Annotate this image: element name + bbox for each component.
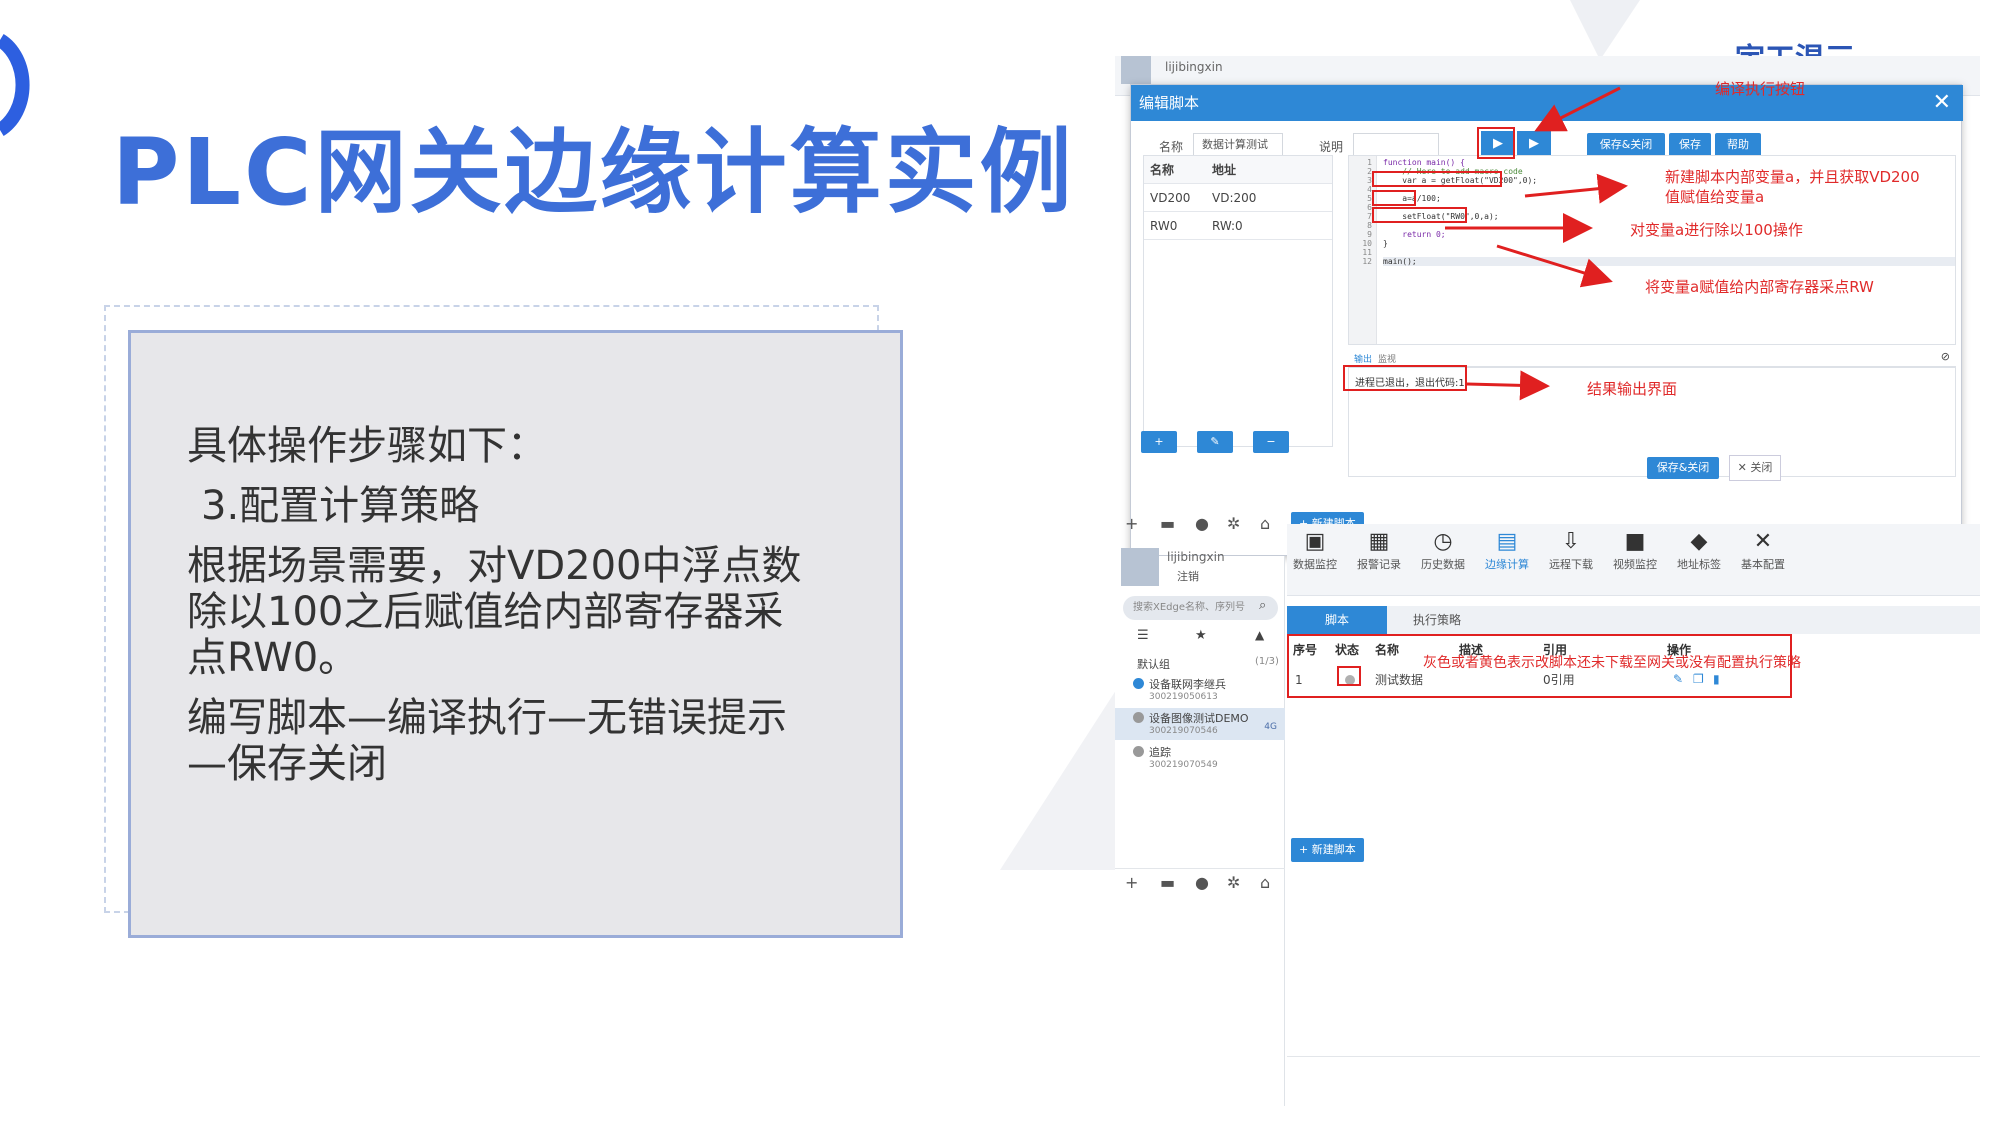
avatar xyxy=(1121,548,1159,586)
slide-title: PLC网关边缘计算实例 xyxy=(112,119,1075,226)
tools-icon: ✕ xyxy=(1753,529,1773,554)
arrow-assign xyxy=(1496,244,1613,288)
warning-icon[interactable]: ▲ xyxy=(1255,628,1264,642)
toolbar-label: 边缘计算 xyxy=(1485,558,1529,571)
description-line: 点RW0。 xyxy=(187,635,359,681)
description: 根据场景需要，对VD200中浮点数 除以100之后赋值给内部寄存器采 点RW0。 xyxy=(187,543,844,681)
status-icon xyxy=(1133,712,1144,723)
arrow-variable xyxy=(1524,173,1628,204)
toolbar-label: 基本配置 xyxy=(1741,558,1785,571)
logout-link[interactable]: 注销 xyxy=(1177,568,1199,584)
device-item[interactable]: 追踪 300219070549 xyxy=(1115,742,1285,774)
network-badge: 4G xyxy=(1264,722,1277,732)
search-input[interactable]: 搜索XEdge名称、序列号 xyxy=(1123,596,1278,620)
brand-logo: 宇工温三 xyxy=(1735,34,1855,58)
instruction-card: 具体操作步骤如下： 3.配置计算策略 根据场景需要，对VD200中浮点数 除以1… xyxy=(128,330,903,938)
device-name: 追踪 xyxy=(1149,746,1171,759)
arrow-result xyxy=(1466,370,1550,401)
device-serial: 300219070549 xyxy=(1149,760,1218,770)
group-name[interactable]: 默认组 xyxy=(1137,656,1170,672)
annotation-new-var: 新建脚本内部变量a，并且获取VD200 xyxy=(1665,168,1920,186)
steps-intro: 具体操作步骤如下： xyxy=(187,423,547,469)
main-area: + 新建脚本 ▣ 数据监控 ▦ 报警记录 ◷ 历史数据 ▤ 边缘计算 ⇩ 远程下… xyxy=(1287,512,1980,1106)
annotation-assign: 将变量a赋值给内部寄存器采点RW xyxy=(1645,278,1874,296)
group-count: (1/3) xyxy=(1255,656,1279,667)
toolbar-label: 报警记录 xyxy=(1357,558,1401,571)
search-icon[interactable]: ⌕ xyxy=(1259,598,1266,613)
toolbar-label: 远程下载 xyxy=(1549,558,1593,571)
background-polygon xyxy=(1570,0,1640,60)
toolbar-label: 地址标签 xyxy=(1677,558,1721,571)
corner-arc xyxy=(0,34,30,136)
folder-icon[interactable]: ▬ xyxy=(1160,873,1175,892)
tab-script[interactable]: 脚本 xyxy=(1287,606,1387,634)
script-tabs: 脚本 执行策略 xyxy=(1287,606,1980,634)
device-name: 设备图像测试DEMO xyxy=(1149,712,1249,725)
highlight-box xyxy=(1337,666,1361,686)
function-toolbar: ▣ 数据监控 ▦ 报警记录 ◷ 历史数据 ▤ 边缘计算 ⇩ 远程下载 ■ 视频监… xyxy=(1287,524,1980,596)
workflow-line: —保存关闭 xyxy=(187,741,387,787)
new-script-button[interactable]: + 新建脚本 xyxy=(1291,838,1364,862)
annotation-status: 灰色或者黄色表示改脚本还未下载至网关或没有配置执行策略 xyxy=(1423,655,1801,671)
home-icon[interactable]: ⌂ xyxy=(1260,873,1270,892)
app-screenshot: 宇工温三 lijibingxin 编辑脚本 ✕ 名称 数据计算测试 说明 ▶ ▶… xyxy=(1115,42,1980,1106)
annotation-result: 结果输出界面 xyxy=(1587,380,1678,398)
gear-icon[interactable]: ✲ xyxy=(1227,873,1240,892)
annotation-compile: 编译执行按钮 xyxy=(1715,80,1806,98)
device-name: 设备联网李继兵 xyxy=(1149,678,1226,691)
tab-policy[interactable]: 执行策略 xyxy=(1387,606,1487,634)
status-icon xyxy=(1133,678,1144,689)
device-item[interactable]: 设备联网李继兵 300219050613 xyxy=(1115,674,1285,706)
add-icon[interactable]: + xyxy=(1125,514,1138,533)
add-icon[interactable]: + xyxy=(1125,873,1138,892)
list-icon[interactable]: ☰ xyxy=(1137,628,1149,643)
star-icon[interactable]: ★ xyxy=(1195,628,1207,643)
annotation-divide: 对变量a进行除以100操作 xyxy=(1630,221,1803,239)
folder-icon[interactable]: ▬ xyxy=(1160,514,1175,533)
workflow: 编写脚本—编译执行—无错误提示 —保存关闭 xyxy=(187,695,844,787)
description-line: 除以100之后赋值给内部寄存器采 xyxy=(187,589,784,635)
description-line: 根据场景需要，对VD200中浮点数 xyxy=(187,543,802,589)
username: lijibingxin xyxy=(1167,550,1225,564)
sidebar-toolbar: + ▬ ● ✲ ⌂ xyxy=(1115,510,1285,540)
device-sidebar: + ▬ ● ✲ ⌂ lijibingxin 注销 搜索XEdge名称、序列号 ⌕… xyxy=(1115,514,1285,1106)
home-icon[interactable]: ⌂ xyxy=(1260,514,1270,533)
user-icon[interactable]: ● xyxy=(1195,514,1209,533)
workflow-line: 编写脚本—编译执行—无错误提示 xyxy=(187,695,787,741)
device-serial: 300219050613 xyxy=(1149,692,1218,702)
step-3: 3.配置计算策略 xyxy=(201,483,480,529)
bottom-bar xyxy=(1287,1056,1980,1084)
status-icon xyxy=(1133,746,1144,757)
toolbar-label: 数据监控 xyxy=(1293,558,1337,571)
toolbar-item-config[interactable]: ✕ 基本配置 xyxy=(1723,528,1803,572)
arrow-compile xyxy=(1534,86,1621,132)
toolbar-label: 历史数据 xyxy=(1421,558,1465,571)
toolbar-label: 视频监控 xyxy=(1613,558,1657,571)
annotation-new-var: 值赋值给变量a xyxy=(1665,188,1765,206)
user-icon[interactable]: ● xyxy=(1195,873,1209,892)
sidebar-toolbar: + ▬ ● ✲ ⌂ xyxy=(1115,868,1285,898)
device-serial: 300219070546 xyxy=(1149,726,1218,736)
gear-icon[interactable]: ✲ xyxy=(1227,514,1240,533)
device-item[interactable]: 设备图像测试DEMO 300219070546 4G xyxy=(1115,708,1285,740)
